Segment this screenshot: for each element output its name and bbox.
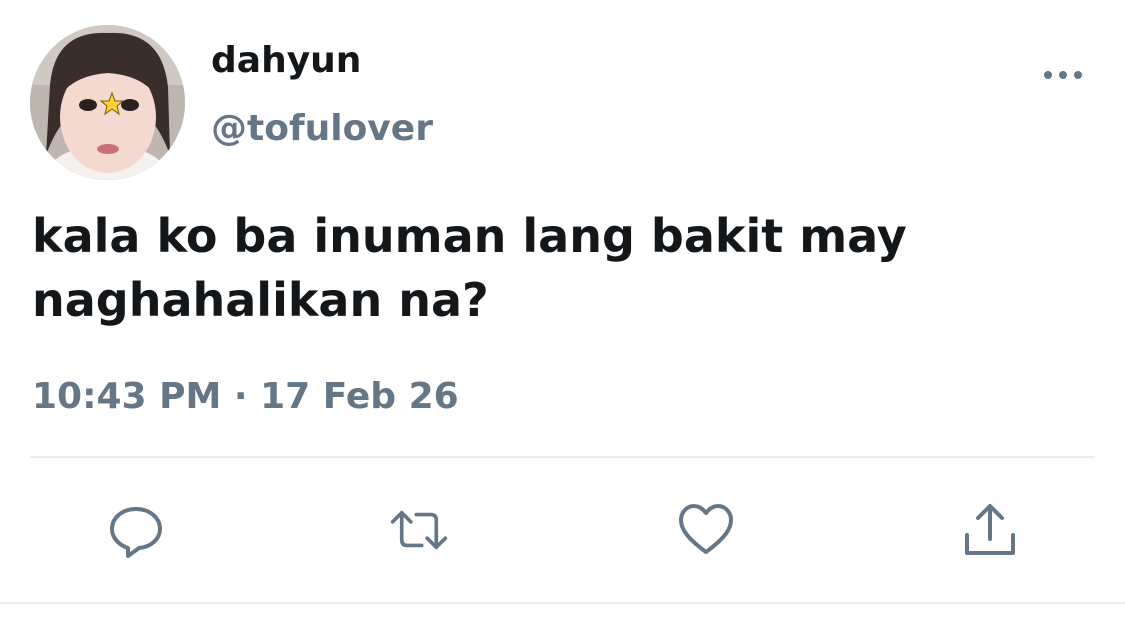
more-horizontal-icon — [1044, 71, 1082, 79]
heart-icon — [679, 504, 733, 554]
display-name[interactable]: dahyun — [211, 38, 361, 84]
timestamp-separator: · — [233, 376, 248, 417]
divider — [30, 456, 1095, 458]
tweet-timestamp[interactable]: 10:43 PM · 17 Feb 26 — [32, 370, 459, 424]
tweet-time: 10:43 PM — [32, 376, 222, 417]
user-handle[interactable]: @tofulover — [211, 104, 433, 154]
reply-button[interactable] — [106, 500, 166, 560]
retweet-button[interactable] — [389, 500, 449, 560]
like-button[interactable] — [676, 500, 736, 560]
avatar[interactable] — [30, 25, 185, 180]
tweet-text: kala ko ba inuman lang bakit may naghaha… — [32, 209, 907, 327]
reply-icon — [110, 507, 162, 558]
retweet-icon — [390, 510, 448, 550]
avatar-image — [30, 25, 185, 180]
share-icon — [965, 504, 1015, 555]
tweet-date: 17 Feb 26 — [260, 376, 459, 417]
more-options-button[interactable] — [1038, 60, 1088, 90]
bottom-divider — [0, 602, 1125, 604]
share-button[interactable] — [960, 500, 1020, 560]
